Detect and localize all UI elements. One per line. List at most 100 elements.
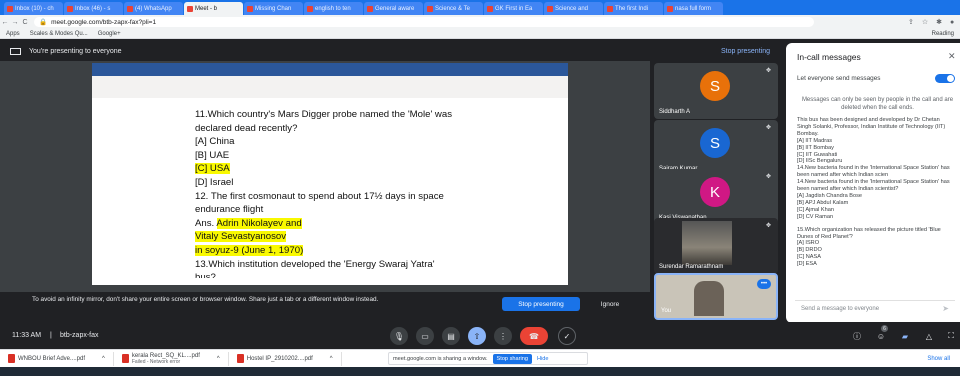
browser-tab[interactable]: The first Indi <box>604 2 663 15</box>
pin-icon[interactable]: ✥ <box>766 173 771 180</box>
tab-label: Meet - b <box>195 5 218 12</box>
tab-favicon-icon <box>127 5 133 12</box>
bookmark-scales[interactable]: Scales & Modes Qu... <box>30 31 88 37</box>
participant-tile[interactable]: S Sairam Kumar ✥ <box>654 120 778 176</box>
tab-favicon-icon <box>607 5 613 12</box>
message-line: [C] IIT Guwahati <box>797 151 838 158</box>
document-line-text: Ans. Adrin Nikolayev and <box>195 217 302 229</box>
download-item[interactable]: Hostel IP_2910202....pdf ^ <box>229 351 342 366</box>
tab-label: Missing Chan <box>255 5 292 12</box>
document-line: Vitaly Sevastyanosov <box>195 230 485 244</box>
browser-tab[interactable]: nasa full form <box>664 2 723 15</box>
leave-call-button[interactable]: ☎ <box>520 327 548 345</box>
star-icon[interactable]: ☆ <box>922 18 928 26</box>
tab-label: The first Indi <box>615 5 649 12</box>
tab-label: General aware <box>375 5 415 12</box>
more-options-icon[interactable]: ••• <box>757 279 771 289</box>
browser-tab[interactable]: english to ten <box>304 2 363 15</box>
document-line-text: in soyuz-9 (June 1, 1970) <box>195 244 304 256</box>
people-count-badge: 6 <box>881 325 888 332</box>
notice-text: To avoid an infinity mirror, don't share… <box>32 296 379 303</box>
pdf-icon <box>121 354 129 363</box>
profile-icon[interactable]: ● <box>950 19 954 26</box>
tab-favicon-icon <box>487 5 493 12</box>
people-icon[interactable]: ☺ 6 <box>872 325 890 345</box>
reading-list[interactable]: Reading <box>932 31 960 37</box>
browser-tab[interactable]: Inbox (46) - s <box>64 2 123 15</box>
raise-hand-button[interactable]: ✓ <box>558 327 576 345</box>
download-item[interactable]: WNBOU Brief Adve....pdf ^ <box>0 351 114 366</box>
present-button[interactable]: ⇧ <box>468 327 486 345</box>
chevron-up-icon[interactable]: ^ <box>330 356 333 362</box>
stop-presenting-button[interactable]: Stop presenting <box>502 297 580 311</box>
pin-icon[interactable]: ✥ <box>766 124 771 131</box>
browser-tab[interactable]: (4) WhatsApp <box>124 2 183 15</box>
browser-tab[interactable]: GK First in Ea <box>484 2 543 15</box>
bookmarks-bar: Apps Scales & Modes Qu... Google+ Readin… <box>0 29 960 39</box>
bookmark-google-plus[interactable]: Google+ <box>98 31 121 37</box>
document-line-text: [C] USA <box>195 163 230 175</box>
close-icon[interactable]: ✕ <box>948 51 956 62</box>
download-item[interactable]: kerala Rect_SQ_KL....pdf Failed - Network… <box>114 351 229 366</box>
browser-toolbar: ← → C 🔒 meet.google.com/btb-zapx-fax?pli… <box>0 15 960 29</box>
document-line: [D] Israel <box>195 176 485 190</box>
share-icon[interactable]: ⇪ <box>908 18 914 26</box>
avatar: S <box>700 71 730 101</box>
extensions-icon[interactable]: ✱ <box>936 18 942 26</box>
browser-tab[interactable]: General aware <box>364 2 423 15</box>
word-ribbon-tools <box>92 76 568 98</box>
presenting-text: You're presenting to everyone <box>29 47 122 55</box>
back-icon[interactable]: ← <box>0 19 10 26</box>
document-line: in soyuz-9 (June 1, 1970) <box>195 244 485 258</box>
sharing-bar: meet.google.com is sharing a window. Sto… <box>388 352 588 365</box>
hide-button[interactable]: Hide <box>537 356 549 362</box>
ignore-button[interactable]: Ignore <box>592 297 628 311</box>
info-icon[interactable]: ⓘ <box>848 327 866 345</box>
forward-icon[interactable]: → <box>10 19 20 26</box>
participant-name: Siddharth A <box>659 109 691 115</box>
chat-icon[interactable]: ▰ <box>896 327 914 345</box>
reload-icon[interactable]: C <box>20 19 30 26</box>
message-line: [B] IIT Bombay <box>797 144 834 151</box>
pin-icon[interactable]: ✥ <box>766 222 771 229</box>
captions-button[interactable]: ▤ <box>442 327 460 345</box>
browser-tab[interactable]: Science & Te <box>424 2 483 15</box>
document-line-text: endurance flight <box>195 204 264 216</box>
show-all-button[interactable]: Show all <box>927 356 960 362</box>
more-button[interactable]: ⋮ <box>494 327 512 345</box>
lock-icon[interactable]: ⛶ <box>942 327 960 345</box>
clock: 11:33 AM <box>12 332 42 339</box>
browser-tab[interactable]: Missing Chan <box>244 2 303 15</box>
tab-label: Inbox (46) - s <box>75 5 111 12</box>
send-icon[interactable]: ➤ <box>942 304 949 313</box>
browser-tab[interactable]: Meet - b <box>184 2 243 15</box>
message-line: This bus has been designed and developed… <box>797 117 946 137</box>
self-view-tile[interactable]: You ••• <box>654 273 778 320</box>
browser-tab[interactable]: Science and <box>544 2 603 15</box>
message-input[interactable]: Send a message to everyone ➤ <box>795 300 955 316</box>
mic-button[interactable]: 🎙 <box>390 327 408 345</box>
tab-favicon-icon <box>667 5 673 12</box>
tab-label: Inbox (10) - ch <box>15 5 54 12</box>
download-filename: WNBOU Brief Adve....pdf <box>18 355 86 362</box>
participant-tile[interactable]: S Siddharth A ✥ <box>654 63 778 119</box>
camera-button[interactable]: ▭ <box>416 327 434 345</box>
url-text: meet.google.com/btb-zapx-fax?pli=1 <box>51 18 157 26</box>
separator: | <box>50 332 52 339</box>
video-feed <box>694 281 724 316</box>
chevron-up-icon[interactable]: ^ <box>217 356 220 362</box>
presenting-banner: You're presenting to everyone Stop prese… <box>0 41 784 61</box>
pin-icon[interactable]: ✥ <box>766 67 771 74</box>
address-bar[interactable]: 🔒 meet.google.com/btb-zapx-fax?pli=1 <box>34 17 814 27</box>
tab-favicon-icon <box>7 5 13 12</box>
browser-tab[interactable]: Inbox (10) - ch <box>4 2 63 15</box>
participant-tile[interactable]: Surendar Ramarathnam ✥ <box>654 218 778 274</box>
chevron-up-icon[interactable]: ^ <box>102 356 105 362</box>
document-line: [C] USA <box>195 162 485 176</box>
activities-icon[interactable]: △ <box>920 327 938 345</box>
stop-presenting-link[interactable]: Stop presenting <box>721 48 784 55</box>
allow-messages-toggle[interactable] <box>935 74 955 83</box>
participant-tile[interactable]: K Kasi Viswanathan ✥ <box>654 169 778 225</box>
bookmark-apps[interactable]: Apps <box>6 31 20 37</box>
stop-sharing-button[interactable]: Stop sharing <box>492 353 532 364</box>
